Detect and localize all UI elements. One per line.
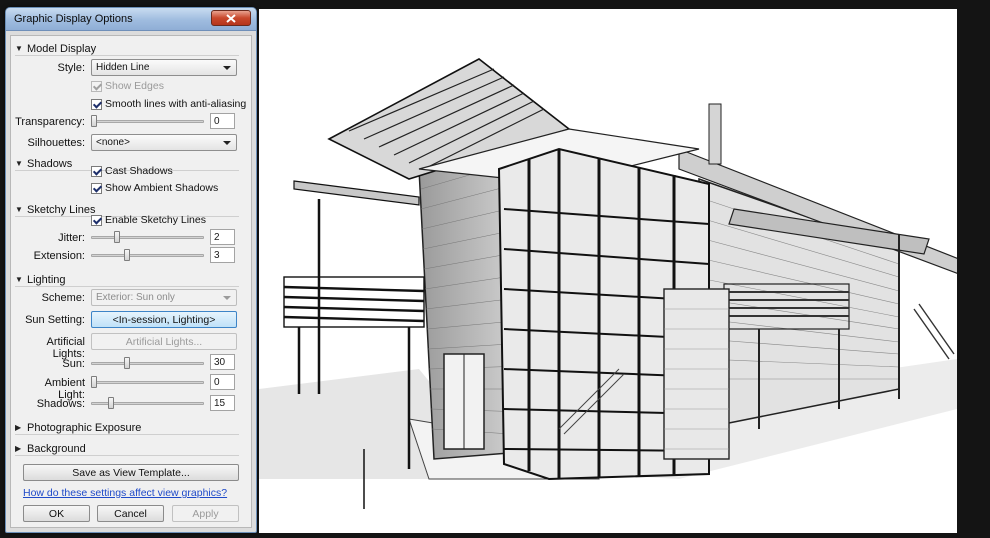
dialog-title: Graphic Display Options (14, 13, 133, 25)
jitter-slider[interactable] (91, 231, 204, 243)
transparency-input[interactable]: 0 (210, 113, 235, 129)
sun-setting-label: Sun Setting: (25, 314, 85, 326)
section-background[interactable]: ▶ Background (15, 442, 239, 456)
slider-thumb[interactable] (91, 115, 97, 127)
sun-slider[interactable] (91, 357, 204, 369)
building-sketch-render (259, 58, 957, 509)
slider-track (91, 254, 204, 257)
slider-thumb[interactable] (108, 397, 114, 409)
artificial-lights-button[interactable]: Artificial Lights... (91, 333, 237, 350)
chevron-down-icon (223, 66, 231, 70)
checkbox-icon (91, 98, 102, 110)
cast-shadows-label: Cast Shadows (105, 165, 173, 177)
expand-triangle-icon: ▶ (15, 423, 22, 432)
ambient-light-input[interactable]: 0 (210, 374, 235, 390)
checkbox-icon (91, 165, 102, 177)
section-label: Sketchy Lines (27, 203, 96, 216)
show-edges-label: Show Edges (105, 80, 164, 92)
slider-thumb[interactable] (114, 231, 120, 243)
jitter-input[interactable]: 2 (210, 229, 235, 245)
scheme-label: Scheme: (41, 292, 85, 304)
apply-button[interactable]: Apply (172, 505, 239, 522)
ambient-shadows-checkbox[interactable]: Show Ambient Shadows (91, 182, 218, 194)
collapse-triangle-icon: ▼ (15, 205, 23, 214)
scheme-value: Exterior: Sun only (96, 292, 175, 303)
style-value: Hidden Line (96, 62, 150, 73)
section-lighting[interactable]: ▼ Lighting (15, 273, 239, 287)
shadows-intensity-slider[interactable] (91, 397, 204, 409)
sun-setting-button[interactable]: <In-session, Lighting> (91, 311, 237, 328)
ok-button[interactable]: OK (23, 505, 90, 522)
show-edges-checkbox[interactable]: Show Edges (91, 80, 164, 92)
jitter-label: Jitter: (58, 232, 85, 244)
smooth-lines-label: Smooth lines with anti-aliasing (105, 98, 247, 110)
cancel-button[interactable]: Cancel (97, 505, 164, 522)
section-model-display[interactable]: ▼ Model Display (15, 42, 239, 56)
checkbox-icon (91, 182, 102, 194)
sun-input[interactable]: 30 (210, 354, 235, 370)
slider-track (91, 236, 204, 239)
section-photographic-exposure[interactable]: ▶ Photographic Exposure (15, 421, 239, 435)
section-label: Shadows (27, 157, 73, 170)
view-canvas[interactable] (259, 9, 957, 533)
slider-track (91, 120, 204, 123)
expand-triangle-icon: ▶ (15, 444, 22, 453)
collapse-triangle-icon: ▼ (15, 159, 23, 168)
slider-thumb[interactable] (91, 376, 97, 388)
close-button[interactable] (211, 10, 251, 26)
dialog-titlebar[interactable]: Graphic Display Options (6, 8, 256, 31)
collapse-triangle-icon: ▼ (15, 275, 23, 284)
save-as-view-template-button[interactable]: Save as View Template... (23, 464, 239, 481)
chevron-down-icon (223, 296, 231, 300)
transparency-label: Transparency: (15, 116, 85, 128)
transparency-slider[interactable] (91, 115, 204, 127)
shadows-intensity-label: Shadows: (36, 398, 85, 410)
checkbox-icon (91, 80, 102, 92)
close-icon (226, 13, 236, 23)
help-link[interactable]: How do these settings affect view graphi… (23, 487, 227, 499)
smooth-lines-checkbox[interactable]: Smooth lines with anti-aliasing (91, 98, 246, 110)
ambient-light-slider[interactable] (91, 376, 204, 388)
section-label: Lighting (27, 273, 66, 286)
slider-track (91, 362, 204, 365)
section-label: Photographic Exposure (27, 421, 142, 434)
enable-sketchy-lines-checkbox[interactable]: Enable Sketchy Lines (91, 214, 206, 226)
silhouettes-value: <none> (96, 137, 130, 148)
extension-input[interactable]: 3 (210, 247, 235, 263)
enable-sketchy-lines-label: Enable Sketchy Lines (105, 214, 206, 226)
chevron-down-icon (223, 141, 231, 145)
sun-label: Sun: (62, 358, 85, 370)
slider-track (91, 381, 204, 384)
checkbox-icon (91, 214, 102, 226)
extension-label: Extension: (33, 250, 85, 262)
silhouettes-label: Silhouettes: (27, 137, 85, 149)
artificial-lights-label: Artificial Lights: (46, 336, 85, 360)
slider-thumb[interactable] (124, 357, 130, 369)
collapse-triangle-icon: ▼ (15, 44, 23, 53)
shadows-intensity-input[interactable]: 15 (210, 395, 235, 411)
extension-slider[interactable] (91, 249, 204, 261)
ambient-shadows-label: Show Ambient Shadows (105, 182, 219, 194)
graphic-display-options-dialog: Graphic Display Options ▼ Model Display … (5, 7, 257, 533)
silhouettes-dropdown[interactable]: <none> (91, 134, 237, 151)
dialog-body: ▼ Model Display Style: Hidden Line Show … (10, 35, 252, 528)
cast-shadows-checkbox[interactable]: Cast Shadows (91, 165, 173, 177)
scheme-dropdown[interactable]: Exterior: Sun only (91, 289, 237, 306)
slider-thumb[interactable] (124, 249, 130, 261)
style-dropdown[interactable]: Hidden Line (91, 59, 237, 76)
section-label: Background (27, 442, 86, 455)
style-label: Style: (57, 62, 85, 74)
section-label: Model Display (27, 42, 97, 55)
